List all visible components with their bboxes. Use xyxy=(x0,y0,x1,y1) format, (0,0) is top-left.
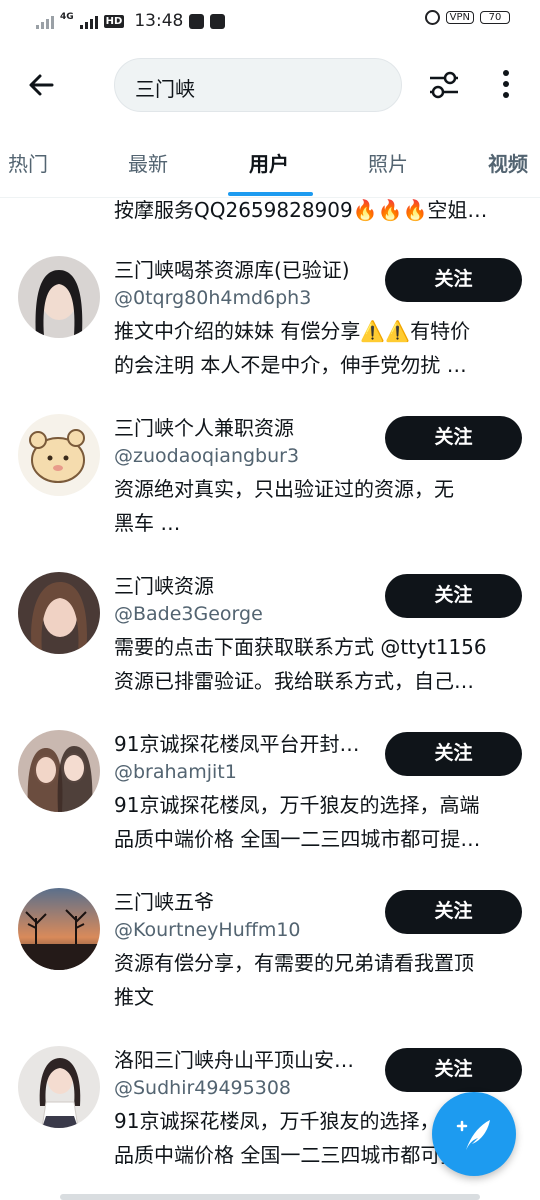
signal-icon xyxy=(36,13,54,29)
search-query: 三门峡 xyxy=(135,77,195,101)
user-name[interactable]: 三门峡喝茶资源库(已验证) xyxy=(114,256,384,284)
user-name[interactable]: 三门峡资源 xyxy=(114,572,384,600)
avatar[interactable] xyxy=(18,414,100,496)
user-handle: @0tqrg80h4md6ph3 xyxy=(114,287,312,309)
clock: 13:48 xyxy=(134,11,184,31)
user-name[interactable]: 三门峡五爷 xyxy=(114,888,384,916)
user-name[interactable]: 91京诚探花楼凤平台开封… xyxy=(114,730,384,758)
battery-indicator: 70 xyxy=(480,11,510,24)
avatar[interactable] xyxy=(18,1046,100,1128)
follow-button[interactable]: 关注 xyxy=(385,1048,522,1092)
user-handle: @Sudhir49495308 xyxy=(114,1077,292,1099)
compose-feather-icon xyxy=(456,1120,490,1150)
follow-button[interactable]: 关注 xyxy=(385,732,522,776)
gallery-notification-icon xyxy=(210,13,226,29)
alarm-icon xyxy=(424,10,440,25)
more-options-button[interactable] xyxy=(494,67,518,103)
avatar[interactable] xyxy=(18,888,100,970)
user-handle: @brahamjit1 xyxy=(114,761,237,783)
user-bio: 推文中介绍的妹妹 有偿分享⚠️⚠️有特价 的会注明 本人不是中介，伸手党勿扰 … xyxy=(114,319,471,377)
follow-button[interactable]: 关注 xyxy=(385,258,522,302)
user-bio: 91京诚探花楼凤，万千狼友的选择，高端 品质中端价格 全国一二三四城市都可提… xyxy=(114,793,481,851)
search-tabs: 热门 最新 用户 照片 视频 xyxy=(0,138,540,198)
search-input[interactable]: 三门峡 xyxy=(114,58,402,112)
more-vertical-icon xyxy=(503,70,509,98)
filter-button[interactable] xyxy=(424,67,464,103)
user-bio: 资源绝对真实，只出验证过的资源，无 黑车 … xyxy=(114,477,454,535)
search-header: 三门峡 xyxy=(0,55,540,115)
partial-user-bio: 按摩服务QQ2659828909🔥🔥🔥空姐… xyxy=(114,198,488,222)
signal-icon-2 xyxy=(79,13,98,29)
follow-button[interactable]: 关注 xyxy=(385,890,522,934)
user-handle: @zuodaoqiangbur3 xyxy=(114,445,300,467)
avatar[interactable] xyxy=(18,256,100,338)
vpn-badge: VPN xyxy=(445,11,474,24)
user-handle: @KourtneyHuffm10 xyxy=(114,919,301,941)
compose-tweet-button[interactable] xyxy=(432,1092,516,1176)
avatar[interactable] xyxy=(18,572,100,654)
arrow-left-icon xyxy=(29,74,54,96)
tab-hot[interactable]: 热门 xyxy=(8,148,48,177)
status-bar: 4G HD 13:48 VPN 70 xyxy=(0,0,540,40)
hd-badge: HD xyxy=(103,14,125,28)
user-bio: 需要的点击下面获取联系方式 @ttyt1156 资源已排雷验证。我给联系方式，自… xyxy=(114,635,487,693)
tab-photos[interactable]: 照片 xyxy=(368,148,408,177)
active-tab-indicator xyxy=(228,192,313,196)
back-button[interactable] xyxy=(24,67,60,103)
user-name[interactable]: 洛阳三门峡舟山平顶山安… xyxy=(114,1046,384,1074)
tab-videos[interactable]: 视频 xyxy=(488,148,528,177)
user-results-list: 按摩服务QQ2659828909🔥🔥🔥空姐… 三门峡喝茶资源库(已验证) @0t… xyxy=(0,198,540,1200)
tab-latest[interactable]: 最新 xyxy=(128,148,168,177)
bottom-bar xyxy=(60,1194,480,1200)
sliders-icon xyxy=(430,71,458,99)
avatar[interactable] xyxy=(18,730,100,812)
follow-button[interactable]: 关注 xyxy=(385,574,522,618)
user-bio: 资源有偿分享，有需要的兄弟请看我置顶 推文 xyxy=(114,951,474,1009)
follow-button[interactable]: 关注 xyxy=(385,416,522,460)
user-name[interactable]: 三门峡个人兼职资源 xyxy=(114,414,384,442)
user-handle: @Bade3George xyxy=(114,603,263,625)
app-notification-icon xyxy=(189,13,205,29)
tab-people[interactable]: 用户 xyxy=(249,148,289,177)
network-type: 4G xyxy=(60,11,74,22)
